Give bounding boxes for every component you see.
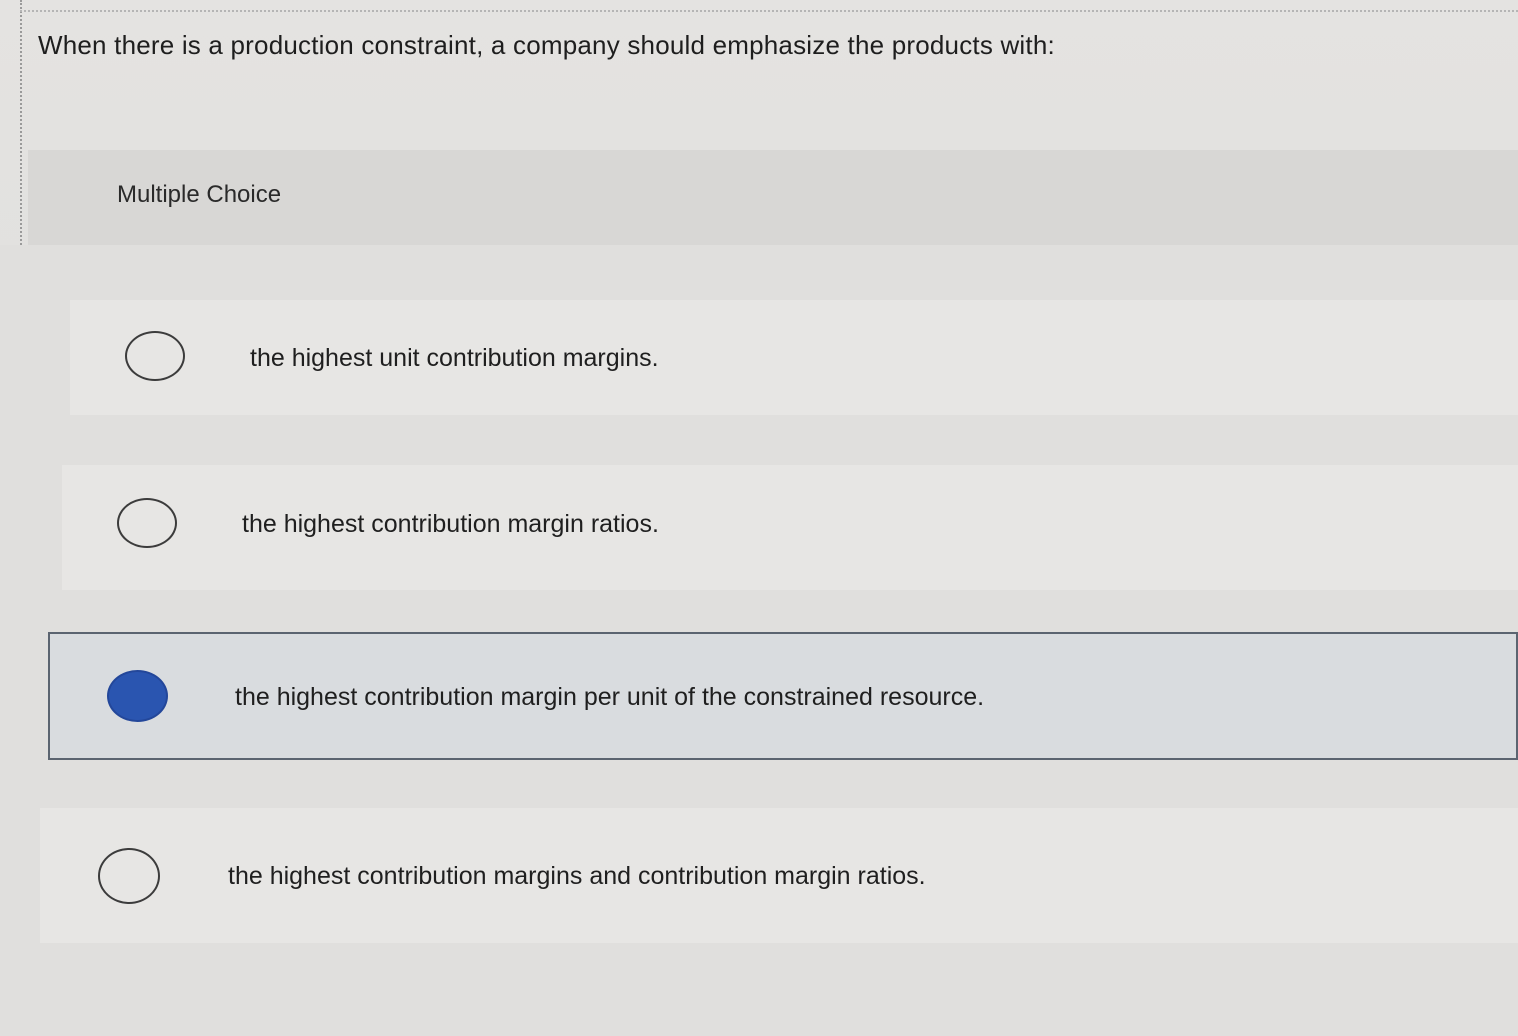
option-label-3[interactable]: the highest contribution margin per unit… bbox=[235, 683, 984, 712]
frame-top-border bbox=[20, 10, 1518, 12]
radio-button-1[interactable] bbox=[125, 331, 185, 381]
radio-button-2[interactable] bbox=[117, 498, 177, 548]
multiple-choice-label: Multiple Choice bbox=[117, 181, 282, 208]
radio-button-3-selected[interactable] bbox=[107, 670, 168, 722]
option-label-1[interactable]: the highest unit contribution margins. bbox=[250, 344, 659, 373]
option-label-4[interactable]: the highest contribution margins and con… bbox=[228, 862, 926, 891]
radio-button-4[interactable] bbox=[98, 848, 160, 904]
option-label-2[interactable]: the highest contribution margin ratios. bbox=[242, 510, 659, 539]
question-text: When there is a production constraint, a… bbox=[38, 30, 1055, 60]
